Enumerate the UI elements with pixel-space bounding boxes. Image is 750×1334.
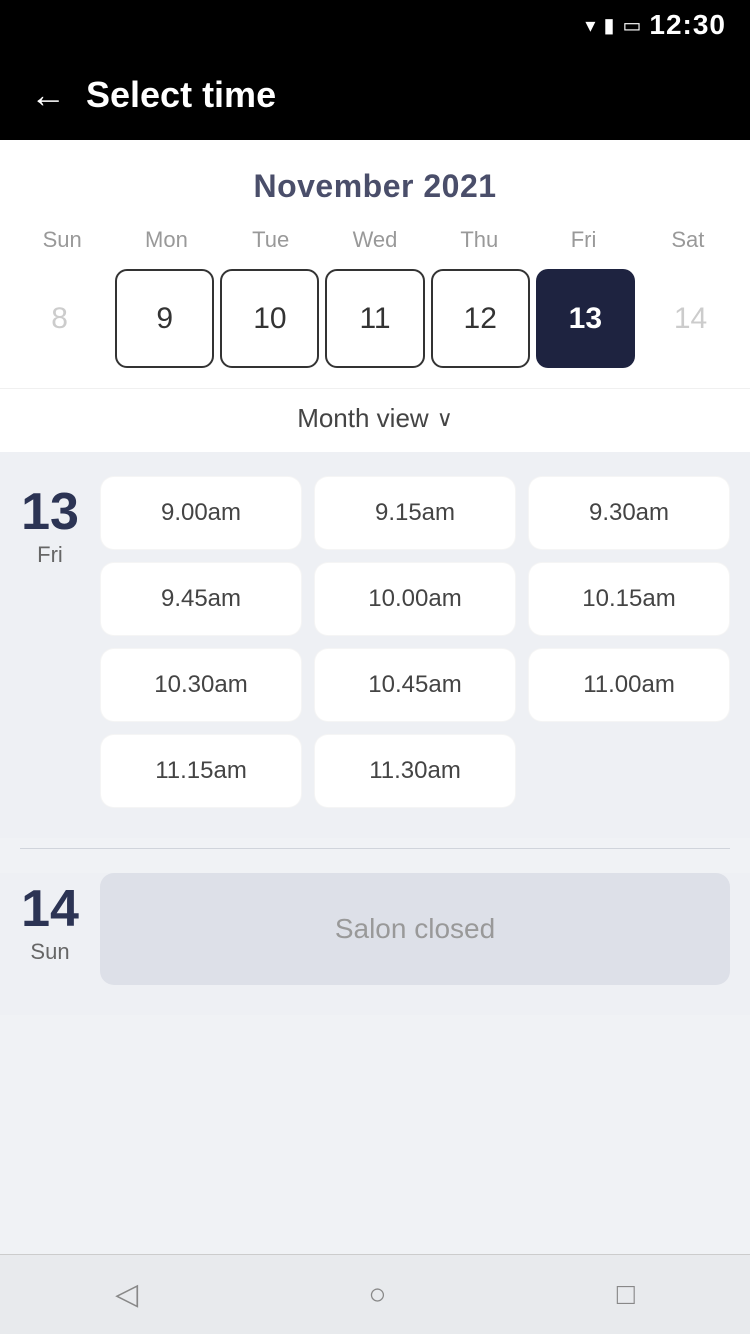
date-cell-14[interactable]: 14 bbox=[641, 269, 740, 368]
time-slot-1045[interactable]: 10.45am bbox=[314, 648, 516, 722]
date-cell-8[interactable]: 8 bbox=[10, 269, 109, 368]
day-number-14: 14 bbox=[21, 883, 79, 935]
wifi-icon: ▾ bbox=[585, 13, 595, 38]
battery-icon: ▭ bbox=[622, 13, 641, 38]
time-slots-section: 13 Fri 9.00am 9.15am 9.30am 9.45am 10.00… bbox=[0, 452, 750, 838]
status-icons: ▾ ▮ ▭ 12:30 bbox=[585, 9, 726, 41]
date-cell-9[interactable]: 9 bbox=[115, 269, 214, 368]
back-button[interactable]: ← bbox=[30, 77, 66, 113]
time-slot-930[interactable]: 9.30am bbox=[528, 476, 730, 550]
bottom-nav: ◁ ○ □ bbox=[0, 1254, 750, 1334]
header: ← Select time bbox=[0, 50, 750, 140]
day-name-thu: Thu bbox=[427, 221, 531, 259]
nav-recent-icon[interactable]: □ bbox=[617, 1278, 635, 1312]
calendar-section: November 2021 Sun Mon Tue Wed Thu Fri Sa… bbox=[0, 140, 750, 452]
date-cell-12[interactable]: 12 bbox=[431, 269, 530, 368]
date-cell-10[interactable]: 10 bbox=[220, 269, 319, 368]
month-view-toggle[interactable]: Month view ∨ bbox=[0, 388, 750, 452]
status-bar: ▾ ▮ ▭ 12:30 bbox=[0, 0, 750, 50]
day-name-sat: Sat bbox=[636, 221, 740, 259]
date-row: 8 9 10 11 12 13 14 bbox=[0, 269, 750, 388]
signal-icon: ▮ bbox=[603, 13, 614, 38]
time-slot-945[interactable]: 9.45am bbox=[100, 562, 302, 636]
closed-block-14: 14 Sun Salon closed bbox=[0, 873, 750, 1015]
nav-home-icon[interactable]: ○ bbox=[368, 1278, 386, 1312]
month-heading: November 2021 bbox=[0, 140, 750, 221]
day-weekday-14: Sun bbox=[30, 939, 69, 965]
chevron-down-icon: ∨ bbox=[437, 406, 453, 432]
section-divider bbox=[20, 848, 730, 849]
day-label-14: 14 Sun bbox=[20, 873, 80, 985]
nav-back-icon[interactable]: ◁ bbox=[115, 1277, 138, 1312]
time-grid-13: 9.00am 9.15am 9.30am 9.45am 10.00am 10.1… bbox=[100, 476, 730, 808]
day-names-row: Sun Mon Tue Wed Thu Fri Sat bbox=[0, 221, 750, 259]
day-name-mon: Mon bbox=[114, 221, 218, 259]
salon-closed-message: Salon closed bbox=[100, 873, 730, 985]
day-name-fri: Fri bbox=[531, 221, 635, 259]
day-weekday-13: Fri bbox=[37, 542, 63, 568]
time-slot-1115[interactable]: 11.15am bbox=[100, 734, 302, 808]
date-cell-11[interactable]: 11 bbox=[325, 269, 424, 368]
month-view-label: Month view bbox=[297, 403, 429, 434]
day-label-13: 13 Fri bbox=[20, 476, 80, 808]
day-block-13: 13 Fri 9.00am 9.15am 9.30am 9.45am 10.00… bbox=[20, 476, 730, 808]
time-slot-1030[interactable]: 10.30am bbox=[100, 648, 302, 722]
header-title: Select time bbox=[86, 74, 276, 116]
time-slot-900[interactable]: 9.00am bbox=[100, 476, 302, 550]
time-slot-1130[interactable]: 11.30am bbox=[314, 734, 516, 808]
time-slot-915[interactable]: 9.15am bbox=[314, 476, 516, 550]
day-name-sun: Sun bbox=[10, 221, 114, 259]
date-cell-13[interactable]: 13 bbox=[536, 269, 635, 368]
day-name-tue: Tue bbox=[219, 221, 323, 259]
day-name-wed: Wed bbox=[323, 221, 427, 259]
time-slot-1015[interactable]: 10.15am bbox=[528, 562, 730, 636]
day-number-13: 13 bbox=[21, 486, 79, 538]
time-slot-1000[interactable]: 10.00am bbox=[314, 562, 516, 636]
status-time: 12:30 bbox=[649, 9, 726, 41]
time-slot-1100[interactable]: 11.00am bbox=[528, 648, 730, 722]
